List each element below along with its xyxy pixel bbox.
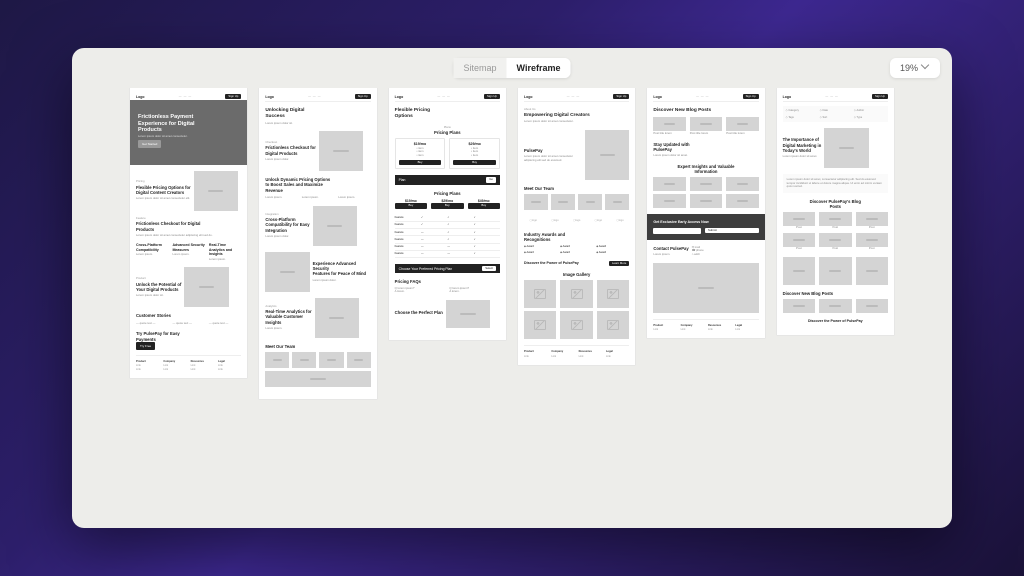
board-features[interactable]: Logo———Sign Up Unlocking Digital Success… [259,88,376,528]
newsletter-banner: Get Exclusive Early Access Now Submit [647,214,764,239]
try-free-button[interactable]: Try Free [136,342,155,350]
faq-title: Pricing FAQs [395,279,500,284]
gallery-title: Image Gallery [524,272,629,277]
unlock-title: Unlock the Potential of Your Digital Pro… [136,282,181,293]
view-tabs: Sitemap Wireframe [454,58,571,78]
page-footer: ProductLinkLinkCompanyLinkLinkResourcesL… [136,355,241,373]
hero-title: Empowering Digital Creators [524,113,629,119]
hero-cta[interactable]: Get Started [138,140,161,148]
chevron-down-icon [922,64,930,72]
hero-title: Flexible Pricing Options [395,108,500,119]
image-placeholder [319,131,363,171]
board-blog[interactable]: Logo———Sign Up Discover New Blog Posts P… [647,88,764,528]
image-placeholder [446,300,490,328]
price-card[interactable]: $29/mo• item• item• itemBuy [449,138,500,169]
logo: Logo [136,95,145,99]
board-blog-post[interactable]: Logo———Sign Up ◇ Category◇ Date◇ Author◇… [777,88,894,528]
plan-bar: PlanGo [395,175,500,184]
image-placeholder [265,252,309,292]
image-placeholder [653,263,758,313]
post-title: The Importance of Digital Marketing in T… [783,137,822,153]
image-placeholder [194,171,238,211]
hero-title: Unlocking Digital Success [265,108,370,119]
image-placeholder [184,267,228,307]
submit-button[interactable]: Submit [705,228,759,233]
compare-table: Feature✓✓✓ Feature✓✓✓ Feature—✓✓ Feature… [395,215,500,258]
post-filters[interactable]: ◇ Category◇ Date◇ Author◇ Tags◇ Sort◇ Ty… [783,106,888,121]
tab-wireframe[interactable]: Wireframe [507,58,571,78]
board-home[interactable]: Logo———Sign Up Frictionless Payment Expe… [130,88,247,528]
insights-title: Expert Insights and Valuable Information [653,164,758,175]
logo-row: ▢logo▢logo▢logo▢logo▢logo [524,216,629,225]
image-placeholder [585,130,629,180]
zoom-value: 19% [900,63,918,73]
awards-title: Industry Awards and Recognitions [524,232,629,243]
nav-cta[interactable]: Sign Up [225,94,241,99]
stories-title: Customer Stories [136,313,241,318]
learn-more-button[interactable]: Learn More [609,261,629,266]
price-card[interactable]: $19/mo• item• item• itemBuy [395,138,446,169]
hero-dark: Frictionless Payment Experience for Digi… [130,100,247,164]
email-input[interactable] [653,228,701,234]
hero-title: Discover New Blog Posts [653,108,758,114]
contact-title: Contact PulsePay [653,246,688,251]
board-about[interactable]: Logo———Sign Up About UsEmpowering Digita… [518,88,635,528]
tab-sitemap[interactable]: Sitemap [454,58,507,78]
board-pricing[interactable]: Logo———Sign Up Flexible Pricing Options … [389,88,506,528]
checkout-title: Frictionless Checkout for Digital Produc… [136,221,241,232]
bottom-cta-title: Try PulsePay for Easy Payments [136,331,241,342]
image-placeholder [315,298,359,338]
wireframe-canvas[interactable]: Sitemap Wireframe 19% Logo———Sign Up Fri… [72,48,952,528]
hero-title: Frictionless Payment Experience for Digi… [138,114,239,133]
image-placeholder [313,206,357,246]
zoom-control[interactable]: 19% [890,58,940,78]
wireframe-boards[interactable]: Logo———Sign Up Frictionless Payment Expe… [72,88,952,528]
team-title: Meet Our Team [524,186,629,191]
image-placeholder [824,128,868,168]
select-plan-button[interactable]: Select [482,266,496,271]
pricing-title: Flexible Pricing Options for Digital Con… [136,185,191,196]
blog-feed-title: Discover PulsePay's Blog Posts [783,199,888,210]
team-title: Meet Our Team [265,344,370,349]
